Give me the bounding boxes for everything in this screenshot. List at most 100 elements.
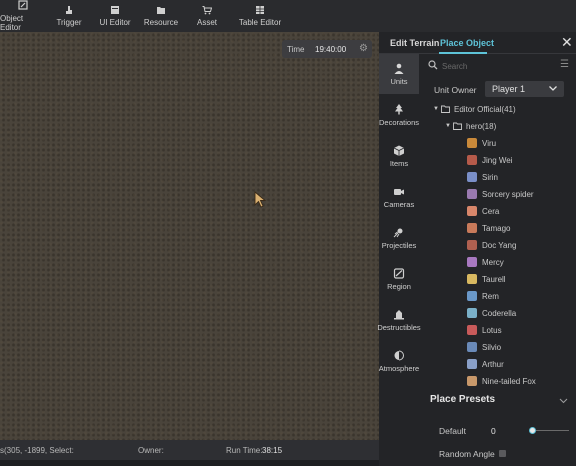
asset-button[interactable]: Asset <box>184 0 230 32</box>
unit-avatar <box>467 155 477 165</box>
table-editor-button[interactable]: Table Editor <box>230 0 290 32</box>
unit-list-item[interactable]: Tamago <box>467 221 510 235</box>
time-label: Time <box>287 44 305 54</box>
category-label: Items <box>389 158 409 168</box>
category-label: Cameras <box>383 199 415 209</box>
category-atmosphere[interactable]: Atmosphere <box>379 341 419 381</box>
toolbar-label: Trigger <box>56 18 82 27</box>
folder-icon <box>453 122 462 130</box>
unit-list-item[interactable]: Doc Yang <box>467 238 516 252</box>
unit-owner-value: Player 1 <box>492 84 526 94</box>
cart-icon <box>202 5 212 14</box>
category-units[interactable]: Units <box>379 54 419 94</box>
unit-owner-label: Unit Owner <box>434 85 477 95</box>
folder-icon <box>441 105 450 113</box>
category-projectiles[interactable]: Projectiles <box>379 218 419 258</box>
tab-place-object[interactable]: Place Object <box>440 38 494 48</box>
tree-folder-label: hero(18) <box>466 121 497 131</box>
toolbar-label: Table Editor <box>238 18 282 27</box>
random-angle-checkbox[interactable] <box>499 450 506 457</box>
unit-name: Cera <box>482 206 500 216</box>
unit-owner-select[interactable]: Player 1 <box>485 81 564 97</box>
unit-list-item[interactable]: Coderella <box>467 306 516 320</box>
unit-list-item[interactable]: Rem <box>467 289 499 303</box>
unit-avatar <box>467 189 477 199</box>
unit-avatar <box>467 206 477 216</box>
search-bar: ☰ <box>424 59 572 73</box>
object-editor-button[interactable]: Object Editor <box>0 0 46 32</box>
unit-name: Doc Yang <box>482 240 517 250</box>
unit-list-item[interactable]: Viru <box>467 136 496 150</box>
expand-arrow-icon: ▼ <box>445 123 451 129</box>
top-toolbar: Object Editor Trigger UI Editor Resource… <box>0 0 576 32</box>
gear-icon[interactable]: ⚙ <box>359 44 369 54</box>
unit-list-item[interactable]: Nine-tailed Fox <box>467 374 536 388</box>
expand-arrow-icon: ▼ <box>433 106 439 112</box>
status-runtime-label: Run Time: <box>226 446 263 455</box>
category-label: Units <box>390 76 408 86</box>
unit-name: Sirin <box>482 172 499 182</box>
unit-name: Viru <box>482 138 497 148</box>
trigger-button[interactable]: Trigger <box>46 0 92 32</box>
trigger-icon <box>64 5 74 14</box>
resource-button[interactable]: Resource <box>138 0 184 32</box>
tree-icon <box>393 103 405 115</box>
ui-editor-button[interactable]: UI Editor <box>92 0 138 32</box>
status-owner-label: Owner: <box>138 446 164 455</box>
chevron-down-icon[interactable] <box>559 396 568 405</box>
toolbar-label: Object Editor <box>0 13 24 32</box>
category-cameras[interactable]: Cameras <box>379 177 419 217</box>
category-decorations[interactable]: Decorations <box>379 95 419 135</box>
unit-name: Lotus <box>482 325 502 335</box>
tree-root[interactable]: ▼ Editor Official(41) <box>433 103 516 115</box>
ui-editor-icon <box>110 5 120 14</box>
place-object-panel: Edit Terrain Place Object ✕ Units Decora… <box>377 32 576 466</box>
search-input[interactable] <box>442 59 552 73</box>
unit-list-item[interactable]: Mercy <box>467 255 504 269</box>
category-sidebar: Units Decorations Items Cameras Projecti… <box>377 54 421 404</box>
unit-list-item[interactable]: Sirin <box>467 170 498 184</box>
scene-viewport[interactable] <box>0 32 379 440</box>
unit-avatar <box>467 138 477 148</box>
default-label: Default <box>439 426 466 436</box>
status-coords: s(305, -1899, Select: <box>0 446 74 455</box>
object-editor-icon <box>18 0 28 10</box>
table-icon <box>255 5 265 14</box>
unit-list-item[interactable]: Cera <box>467 204 499 218</box>
unit-list-item[interactable]: Silvio <box>467 340 501 354</box>
unit-list-item[interactable]: Lotus <box>467 323 502 337</box>
unit-avatar <box>467 342 477 352</box>
category-label: Decorations <box>378 117 420 127</box>
atmosphere-icon <box>393 350 405 361</box>
slider-knob[interactable] <box>529 427 536 434</box>
category-region[interactable]: Region <box>379 259 419 299</box>
unit-avatar <box>467 257 477 267</box>
unit-list-item[interactable]: Sorcery spider <box>467 187 534 201</box>
chevron-down-icon <box>549 86 557 91</box>
search-icon <box>428 60 438 70</box>
category-destructibles[interactable]: Destructibles <box>377 300 421 340</box>
default-slider[interactable] <box>529 427 569 434</box>
unit-avatar <box>467 223 477 233</box>
unit-name: Coderella <box>482 308 517 318</box>
tree-folder-hero[interactable]: ▼ hero(18) <box>445 120 496 132</box>
close-icon[interactable]: ✕ <box>561 35 573 49</box>
unit-name: Nine-tailed Fox <box>482 376 536 386</box>
unit-list-item[interactable]: Arthur <box>467 357 504 371</box>
tree-root-label: Editor Official(41) <box>454 104 516 114</box>
folder-icon <box>156 5 166 14</box>
list-menu-icon[interactable]: ☰ <box>560 59 569 71</box>
unit-list-item[interactable]: Jing Wei <box>467 153 513 167</box>
slider-track <box>533 430 569 431</box>
category-label: Projectiles <box>381 240 417 250</box>
unit-name: Arthur <box>482 359 504 369</box>
region-icon <box>393 267 405 279</box>
unit-avatar <box>467 291 477 301</box>
unit-list-item[interactable]: Taurell <box>467 272 506 286</box>
category-items[interactable]: Items <box>379 136 419 176</box>
status-runtime-value: 38:15 <box>262 446 283 455</box>
toolbar-label: UI Editor <box>99 18 131 27</box>
unit-avatar <box>467 376 477 386</box>
random-angle-label: Random Angle <box>439 449 495 459</box>
tab-edit-terrain[interactable]: Edit Terrain <box>390 38 439 48</box>
